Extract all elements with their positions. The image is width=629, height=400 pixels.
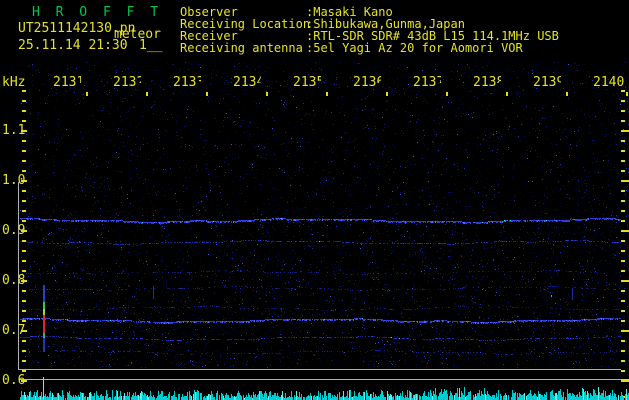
spectrogram-canvas — [0, 0, 629, 400]
x-axis-label: 2131 — [53, 75, 85, 90]
hrofft-window: H R O F F T UT2511142130.pn meteor 25.11… — [0, 0, 629, 400]
y-axis-unit: kHz — [2, 75, 26, 90]
x-axis-label: 2134 — [233, 75, 265, 90]
y-axis-label: 0.6 — [2, 373, 26, 388]
info-value: :5el Yagi Az 20 for Aomori VOR — [306, 41, 523, 55]
x-axis-label: 2138 — [473, 75, 505, 90]
x-axis-label: 2140 — [593, 75, 625, 90]
y-axis-label: 1.0 — [2, 173, 26, 188]
x-axis-label: 2136 — [353, 75, 385, 90]
x-axis-label: 2135 — [293, 75, 325, 90]
x-axis-label: 2133 — [173, 75, 205, 90]
y-axis-label: 0.8 — [2, 273, 26, 288]
datetime-label: 25.11.14 21:30 — [18, 38, 128, 53]
x-axis-label: 2132 — [113, 75, 145, 90]
y-axis-label: 1.1 — [2, 123, 26, 138]
x-axis-label: 2137 — [413, 75, 445, 90]
info-label: Receiving antenna — [180, 41, 303, 55]
y-axis-label: 0.9 — [2, 223, 26, 238]
y-axis-label: 0.7 — [2, 323, 26, 338]
app-title: H R O F F T — [32, 5, 163, 20]
x-axis-label: 2139 — [533, 75, 565, 90]
echo-counter: 1__ — [139, 38, 163, 53]
